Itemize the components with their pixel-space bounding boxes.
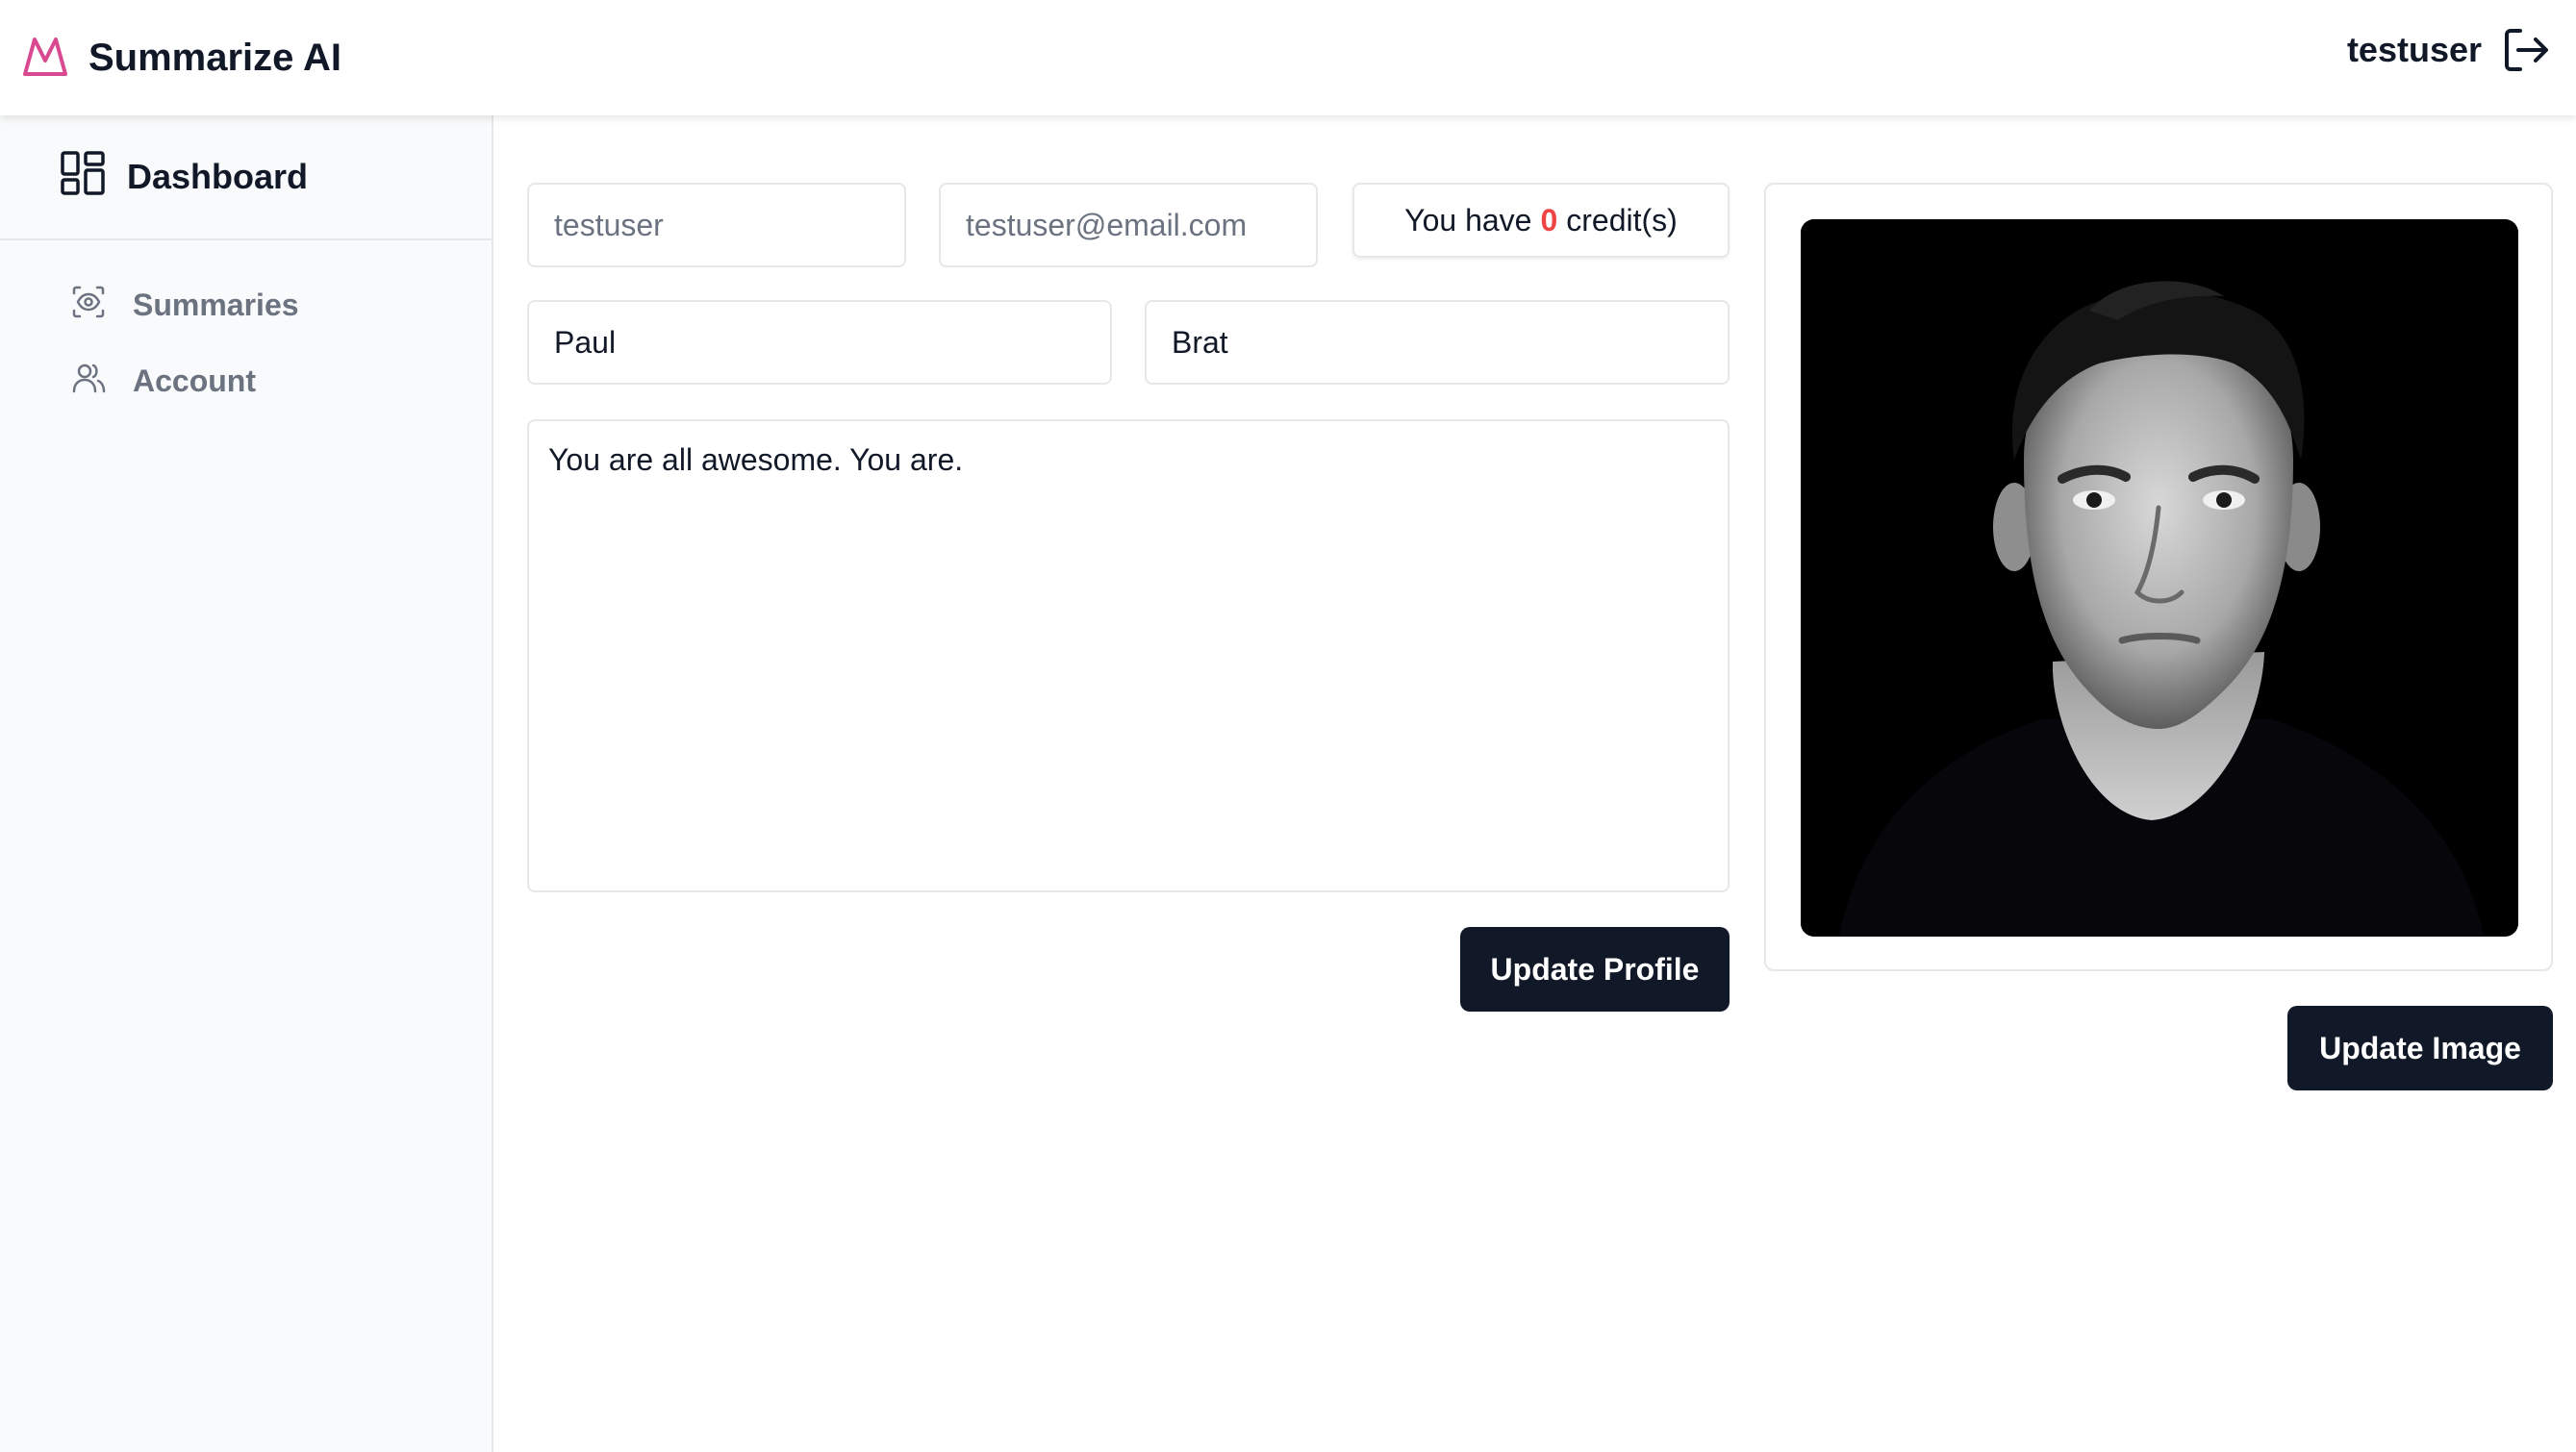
logout-icon[interactable] (2501, 25, 2551, 75)
eye-scan-icon (71, 285, 106, 327)
profile-photo[interactable] (1801, 219, 2518, 937)
credits-indicator: You have 0 credit(s) (1352, 183, 1730, 258)
username-field[interactable] (527, 183, 906, 267)
app-name: Summarize AI (88, 37, 342, 79)
credits-prefix: You have (1404, 202, 1532, 238)
sidebar-item-account[interactable]: Account (0, 343, 492, 419)
last-name-field[interactable] (1145, 300, 1730, 385)
brand[interactable]: Summarize AI (21, 34, 341, 83)
user-menu: testuser (2347, 25, 2551, 75)
sidebar-dashboard-link[interactable]: Dashboard (0, 115, 492, 240)
dashboard-grid-icon (60, 150, 106, 205)
portrait-image (1801, 219, 2518, 937)
sidebar: Dashboard Summaries Account (0, 115, 493, 1452)
brand-logo-icon (21, 34, 69, 83)
update-image-button[interactable]: Update Image (2287, 1006, 2553, 1090)
sidebar-nav: Summaries Account (0, 240, 492, 419)
email-field[interactable] (939, 183, 1318, 267)
sidebar-item-label: Account (133, 363, 256, 398)
credits-suffix: credit(s) (1566, 202, 1678, 238)
sidebar-item-summaries[interactable]: Summaries (0, 267, 492, 343)
bio-textarea[interactable]: You are all awesome. You are. (527, 419, 1730, 892)
profile-image-card (1764, 183, 2553, 971)
first-name-field[interactable] (527, 300, 1112, 385)
top-header: Summarize AI testuser (0, 0, 2576, 115)
sidebar-title: Dashboard (127, 157, 309, 196)
update-profile-button[interactable]: Update Profile (1460, 927, 1730, 1012)
credits-count: 0 (1540, 202, 1558, 238)
users-icon (71, 361, 106, 403)
current-username: testuser (2346, 30, 2482, 69)
sidebar-item-label: Summaries (133, 288, 299, 322)
